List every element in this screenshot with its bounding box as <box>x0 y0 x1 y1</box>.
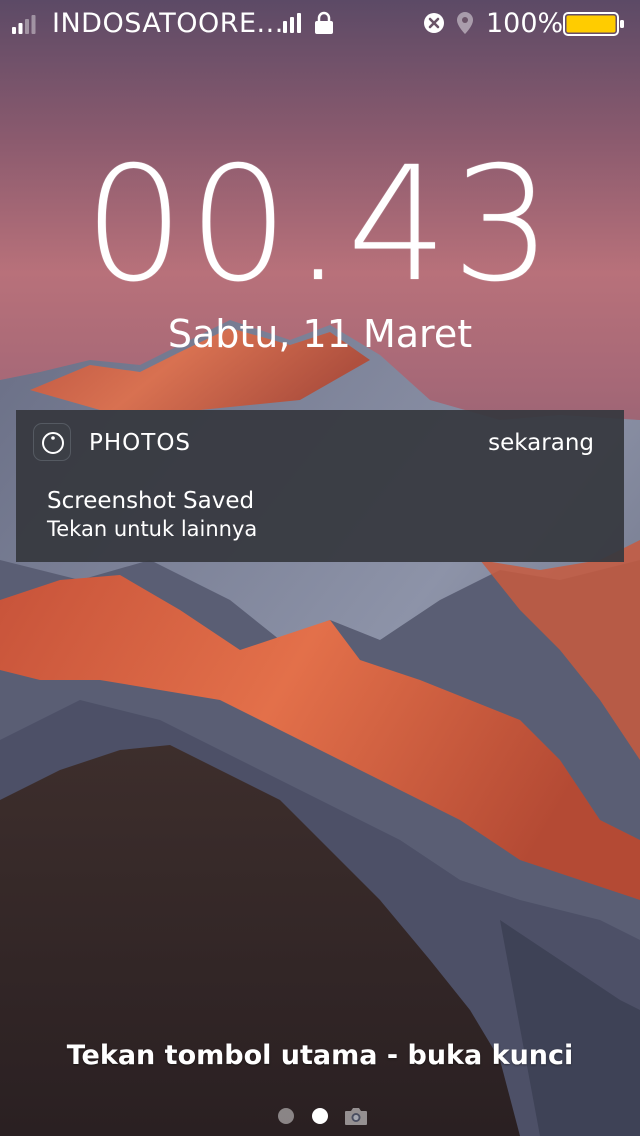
page-dot[interactable] <box>278 1108 294 1124</box>
notification-title: Screenshot Saved <box>47 488 255 514</box>
notification-app-name: PHOTOS <box>89 430 192 456</box>
battery-percent: 100% <box>486 8 564 39</box>
status-bar: INDOSATOORE... 100% <box>0 0 640 48</box>
lock-screen-date: Sabtu, 11 Maret <box>167 312 473 356</box>
notification-body: Tekan untuk lainnya <box>47 517 258 541</box>
photos-icon <box>33 423 71 461</box>
camera-icon[interactable] <box>344 1106 368 1126</box>
page-indicator <box>276 1104 376 1128</box>
location-icon <box>457 12 473 34</box>
signal-strength-icon <box>12 15 36 34</box>
unlock-hint: Tekan tombol utama - buka kunci <box>66 1040 574 1071</box>
lock-screen-time: 00.43 <box>83 133 557 317</box>
notification-time: sekarang <box>488 430 594 456</box>
do-not-disturb-icon <box>424 13 444 33</box>
notification-card[interactable]: PHOTOS sekarang Screenshot Saved Tekan u… <box>16 410 624 562</box>
orientation-lock-icon <box>315 11 333 34</box>
page-dot-current[interactable] <box>312 1108 328 1124</box>
network-bars-icon <box>283 13 301 33</box>
carrier-name: INDOSATOORE... <box>52 8 284 39</box>
battery-icon <box>563 12 624 36</box>
